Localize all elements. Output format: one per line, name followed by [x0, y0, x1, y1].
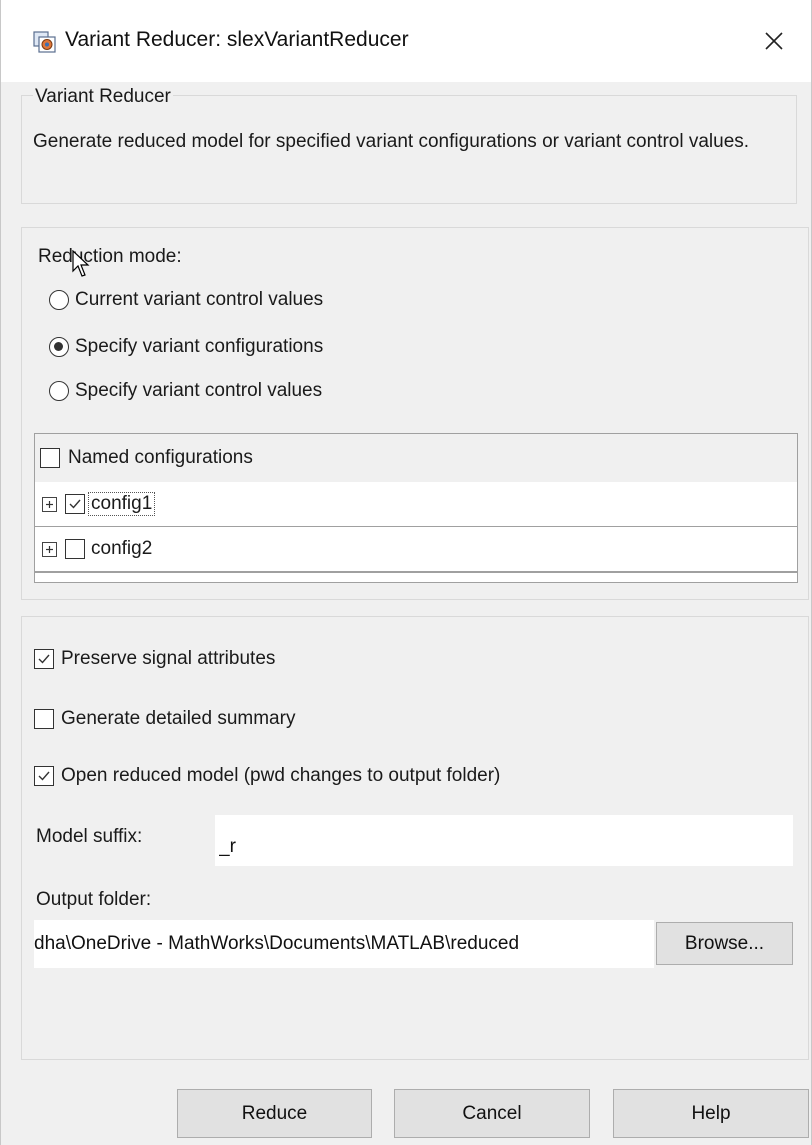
- select-all-checkbox[interactable]: [40, 448, 60, 468]
- checkmark-icon: [38, 771, 50, 781]
- close-icon: [765, 32, 783, 50]
- output-folder-label: Output folder:: [36, 889, 152, 910]
- named-configurations-table: Named configurations config1 config2: [34, 433, 798, 583]
- config1-checkbox[interactable]: [65, 494, 85, 514]
- radio-label: Specify variant control values: [75, 380, 323, 401]
- checkmark-icon: [38, 654, 50, 664]
- help-button[interactable]: Help: [613, 1089, 809, 1138]
- preserve-signal-attributes-label: Preserve signal attributes: [61, 648, 276, 669]
- table-row-config2[interactable]: config2: [35, 527, 797, 572]
- mouse-pointer-icon: [72, 250, 90, 277]
- model-suffix-label: Model suffix:: [36, 826, 143, 847]
- config2-checkbox[interactable]: [65, 539, 85, 559]
- reduce-button[interactable]: Reduce: [177, 1089, 372, 1138]
- radio-button[interactable]: [49, 337, 69, 357]
- info-group-title: Variant Reducer: [33, 86, 173, 108]
- radio-label: Specify variant configurations: [75, 336, 324, 357]
- radio-label: Current variant control values: [75, 289, 324, 310]
- named-configurations-label: Named configurations: [68, 447, 253, 468]
- table-row-config1[interactable]: config1: [35, 482, 797, 527]
- model-suffix-input[interactable]: [215, 815, 793, 866]
- window-title: Variant Reducer: slexVariantReducer: [65, 28, 409, 51]
- radio-specify-variant-configurations[interactable]: Specify variant configurations: [49, 334, 323, 360]
- expand-icon[interactable]: [42, 496, 57, 512]
- radio-button[interactable]: [49, 290, 69, 310]
- generate-detailed-summary-label: Generate detailed summary: [61, 708, 296, 729]
- reduction-mode-label: Reduction mode:: [38, 246, 182, 267]
- config-name: config1: [88, 492, 156, 516]
- table-header: Named configurations: [35, 434, 797, 482]
- cancel-button[interactable]: Cancel: [394, 1089, 590, 1138]
- radio-button[interactable]: [49, 381, 69, 401]
- output-folder-input[interactable]: [34, 920, 654, 968]
- open-reduced-model-option[interactable]: Open reduced model (pwd changes to outpu…: [34, 763, 500, 789]
- open-reduced-model-label: Open reduced model (pwd changes to outpu…: [61, 765, 501, 786]
- simulink-model-icon: [33, 31, 56, 53]
- preserve-signal-attributes-checkbox[interactable]: [34, 649, 54, 669]
- close-button[interactable]: [751, 18, 797, 64]
- table-footer-row: [35, 572, 797, 582]
- expand-icon[interactable]: [42, 541, 57, 557]
- browse-button[interactable]: Browse...: [656, 922, 793, 965]
- radio-current-variant-control-values[interactable]: Current variant control values: [49, 287, 323, 313]
- generate-detailed-summary-checkbox[interactable]: [34, 709, 54, 729]
- radio-specify-variant-control-values[interactable]: Specify variant control values: [49, 378, 322, 404]
- generate-detailed-summary-option[interactable]: Generate detailed summary: [34, 706, 295, 732]
- open-reduced-model-checkbox[interactable]: [34, 766, 54, 786]
- config-name: config2: [91, 538, 153, 559]
- title-bar[interactable]: Variant Reducer: slexVariantReducer: [1, 0, 811, 82]
- info-description: Generate reduced model for specified var…: [33, 131, 750, 152]
- preserve-signal-attributes-option[interactable]: Preserve signal attributes: [34, 646, 275, 672]
- variant-reducer-dialog: Variant Reducer: slexVariantReducer Vari…: [0, 0, 812, 1145]
- checkmark-icon: [69, 499, 81, 509]
